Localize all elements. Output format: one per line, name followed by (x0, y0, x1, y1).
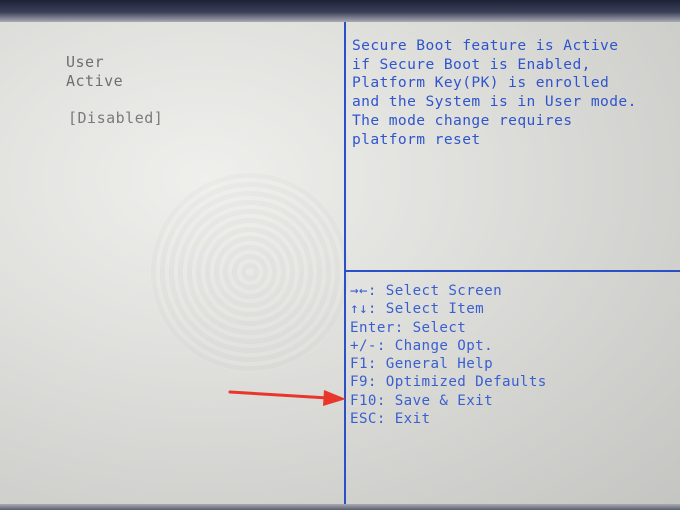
key-legend: →←: Select Screen ↑↓: Select Item Enter:… (350, 282, 676, 428)
setting-value-active[interactable]: Active (66, 72, 123, 90)
key-change-option: +/-: Change Opt. (350, 337, 494, 354)
setting-value-user[interactable]: User (66, 53, 104, 71)
key-select-screen: →←: Select Screen (350, 283, 503, 299)
key-optimized-defaults: F9: Optimized Defaults (350, 374, 547, 391)
bios-screen: User Active [Disabled] Secure Boot featu… (0, 0, 680, 510)
help-line: Platform Key(PK) is enrolled (352, 74, 610, 92)
setting-value-disabled[interactable]: [Disabled] (68, 109, 163, 127)
vertical-divider (344, 22, 346, 510)
key-save-exit: F10: Save & Exit (350, 392, 494, 409)
key-exit: ESC: Exit (350, 411, 431, 428)
screen-moire (150, 172, 350, 372)
settings-pane: User Active [Disabled] (0, 22, 350, 510)
help-description: Secure Boot feature is Active if Secure … (352, 37, 678, 149)
help-line: if Secure Boot is Enabled, (352, 55, 591, 73)
help-line: The mode change requires (352, 111, 573, 129)
red-arrow-icon (228, 390, 346, 406)
help-line: platform reset (352, 130, 481, 148)
help-line: and the System is in User mode. (352, 93, 637, 111)
key-select-item: ↑↓: Select Item (350, 301, 485, 318)
help-line: Secure Boot feature is Active (352, 37, 619, 54)
key-enter-select: Enter: Select (350, 319, 467, 336)
key-general-help: F1: General Help (350, 356, 494, 373)
horizontal-divider (346, 270, 680, 272)
screen-top-bezel (0, 0, 680, 22)
screen-bottom-bezel (0, 504, 680, 510)
